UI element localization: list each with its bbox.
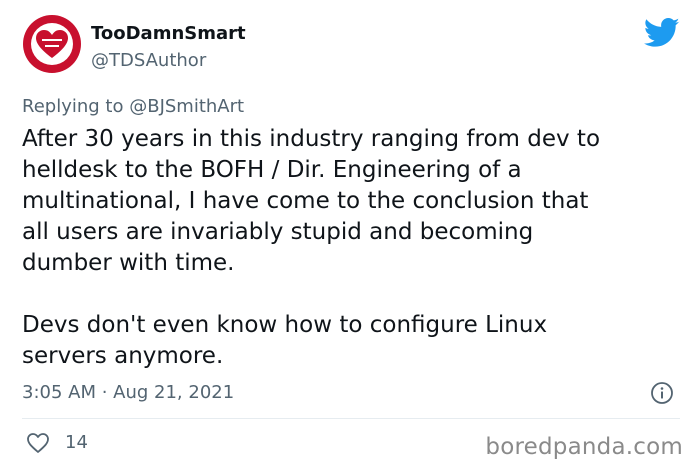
like-button[interactable]: 14 [26, 431, 88, 455]
tweet-paragraph-2: Devs don't even know how to configure Li… [22, 312, 548, 369]
user-handle[interactable]: @TDSAuthor [91, 49, 246, 73]
twitter-bird-icon [644, 18, 680, 47]
heart-icon[interactable] [26, 432, 50, 454]
reply-mention-link[interactable]: @BJSmithArt [129, 96, 244, 117]
info-icon[interactable] [650, 381, 674, 405]
reply-prefix: Replying to [22, 96, 124, 117]
tweet-text: After 30 years in this industry ranging … [22, 124, 687, 372]
like-count: 14 [65, 432, 88, 453]
tweet-author[interactable]: TooDamnSmart @TDSAuthor [91, 23, 246, 73]
reply-context: Replying to @BJSmithArt [22, 95, 244, 119]
divider [22, 418, 680, 419]
avatar[interactable] [22, 14, 82, 74]
tweet-timestamp[interactable]: 3:05 AM · Aug 21, 2021 [22, 381, 234, 405]
tweet-paragraph-1: After 30 years in this industry ranging … [22, 126, 601, 276]
display-name[interactable]: TooDamnSmart [91, 23, 246, 45]
watermark: boredpanda.com [485, 434, 683, 460]
